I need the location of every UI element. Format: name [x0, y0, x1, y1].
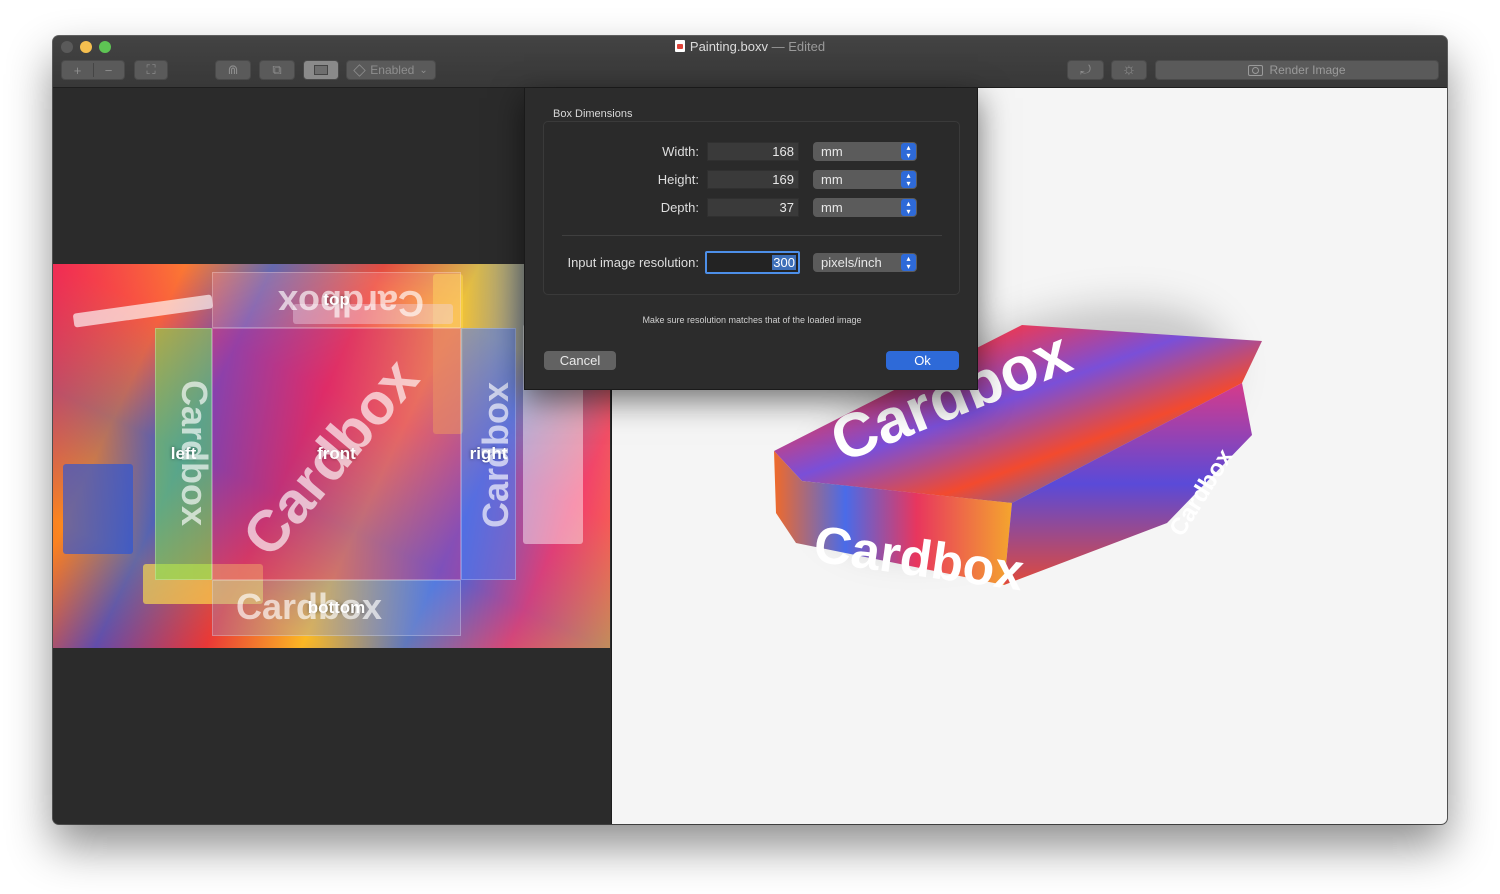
app-window: Painting.boxv — Edited + − ⛶ ⋒ ⧉ Enabled…	[53, 36, 1447, 824]
enabled-popup[interactable]: Enabled ⌄	[346, 60, 436, 80]
paint-streak	[72, 294, 214, 328]
resolution-unit-popup[interactable]: pixels/inch ▴ ▾	[813, 253, 917, 272]
render-image-button[interactable]: Render Image	[1155, 60, 1439, 80]
segment-divider	[93, 63, 94, 77]
add-button[interactable]: +	[62, 63, 93, 78]
flip-button[interactable]: ⧉	[259, 60, 295, 80]
rotate-icon: ⤾	[1080, 62, 1091, 77]
height-label: Height:	[657, 172, 699, 187]
resolution-hint: Make sure resolution matches that of the…	[642, 315, 862, 325]
resolution-unit-value: pixels/inch	[821, 255, 882, 270]
titlebar: Painting.boxv — Edited + − ⛶ ⋒ ⧉ Enabled…	[53, 36, 1447, 88]
remove-button[interactable]: −	[93, 63, 124, 78]
enabled-label: Enabled	[370, 63, 415, 77]
sun-icon: ☼	[1121, 61, 1137, 78]
document-icon	[674, 40, 685, 52]
resolution-label: Input image resolution:	[567, 255, 699, 270]
width-unit-value: mm	[821, 144, 843, 159]
group-divider	[562, 235, 942, 236]
resolution-field[interactable]: 300	[705, 251, 800, 274]
height-unit-value: mm	[821, 172, 843, 187]
render-image-label: Render Image	[1269, 63, 1346, 77]
rectangle-icon	[314, 65, 328, 75]
artwork-text-right: Cardbox	[475, 381, 517, 529]
fit-icon: ⛶	[146, 62, 156, 77]
fit-view-button[interactable]: ⛶	[134, 60, 168, 80]
chevron-updown-icon: ▴ ▾	[901, 199, 916, 216]
width-field[interactable]: 168	[707, 142, 799, 161]
resolution-value: 300	[772, 255, 796, 270]
magnet-icon: ⋒	[227, 62, 239, 77]
ok-button[interactable]: Ok	[886, 351, 959, 370]
view-mode-button[interactable]	[303, 60, 339, 80]
depth-unit-value: mm	[821, 200, 843, 215]
camera-icon	[1248, 64, 1264, 76]
depth-field[interactable]: 37	[707, 198, 799, 217]
box-dimensions-sheet: Box Dimensions Width: 168 mm ▴ ▾ Height: …	[524, 88, 978, 390]
cancel-button[interactable]: Cancel	[544, 351, 616, 370]
chevron-updown-icon: ▴ ▾	[901, 171, 916, 188]
window-title-edited: — Edited	[771, 39, 826, 54]
chevron-updown-icon: ▴ ▾	[901, 143, 916, 160]
height-field[interactable]: 169	[707, 170, 799, 189]
height-unit-popup[interactable]: mm ▴ ▾	[813, 170, 917, 189]
chevron-down-icon: ⌄	[419, 64, 428, 76]
window-title: Painting.boxv — Edited	[53, 39, 1447, 54]
chevron-updown-icon: ▴ ▾	[901, 254, 916, 271]
lighting-button[interactable]: ☼	[1111, 60, 1147, 80]
artwork-text-top: Cardbox	[278, 283, 425, 324]
snap-button[interactable]: ⋒	[215, 60, 251, 80]
depth-unit-popup[interactable]: mm ▴ ▾	[813, 198, 917, 217]
paint-streak	[63, 464, 133, 554]
width-label: Width:	[662, 144, 699, 159]
depth-label: Depth:	[660, 200, 699, 215]
width-unit-popup[interactable]: mm ▴ ▾	[813, 142, 917, 161]
cube-icon	[353, 63, 367, 77]
rotate-button[interactable]: ⤾	[1067, 60, 1104, 80]
flip-icon: ⧉	[272, 62, 282, 77]
artwork-text-left: Cardbox	[174, 379, 216, 527]
artwork-text-bottom: Cardbox	[236, 586, 383, 627]
window-title-text: Painting.boxv	[689, 39, 768, 54]
dimensions-group: Width: 168 mm ▴ ▾ Height: 169 mm ▴ ▾ Depth…	[543, 121, 960, 295]
group-title: Box Dimensions	[553, 108, 633, 120]
